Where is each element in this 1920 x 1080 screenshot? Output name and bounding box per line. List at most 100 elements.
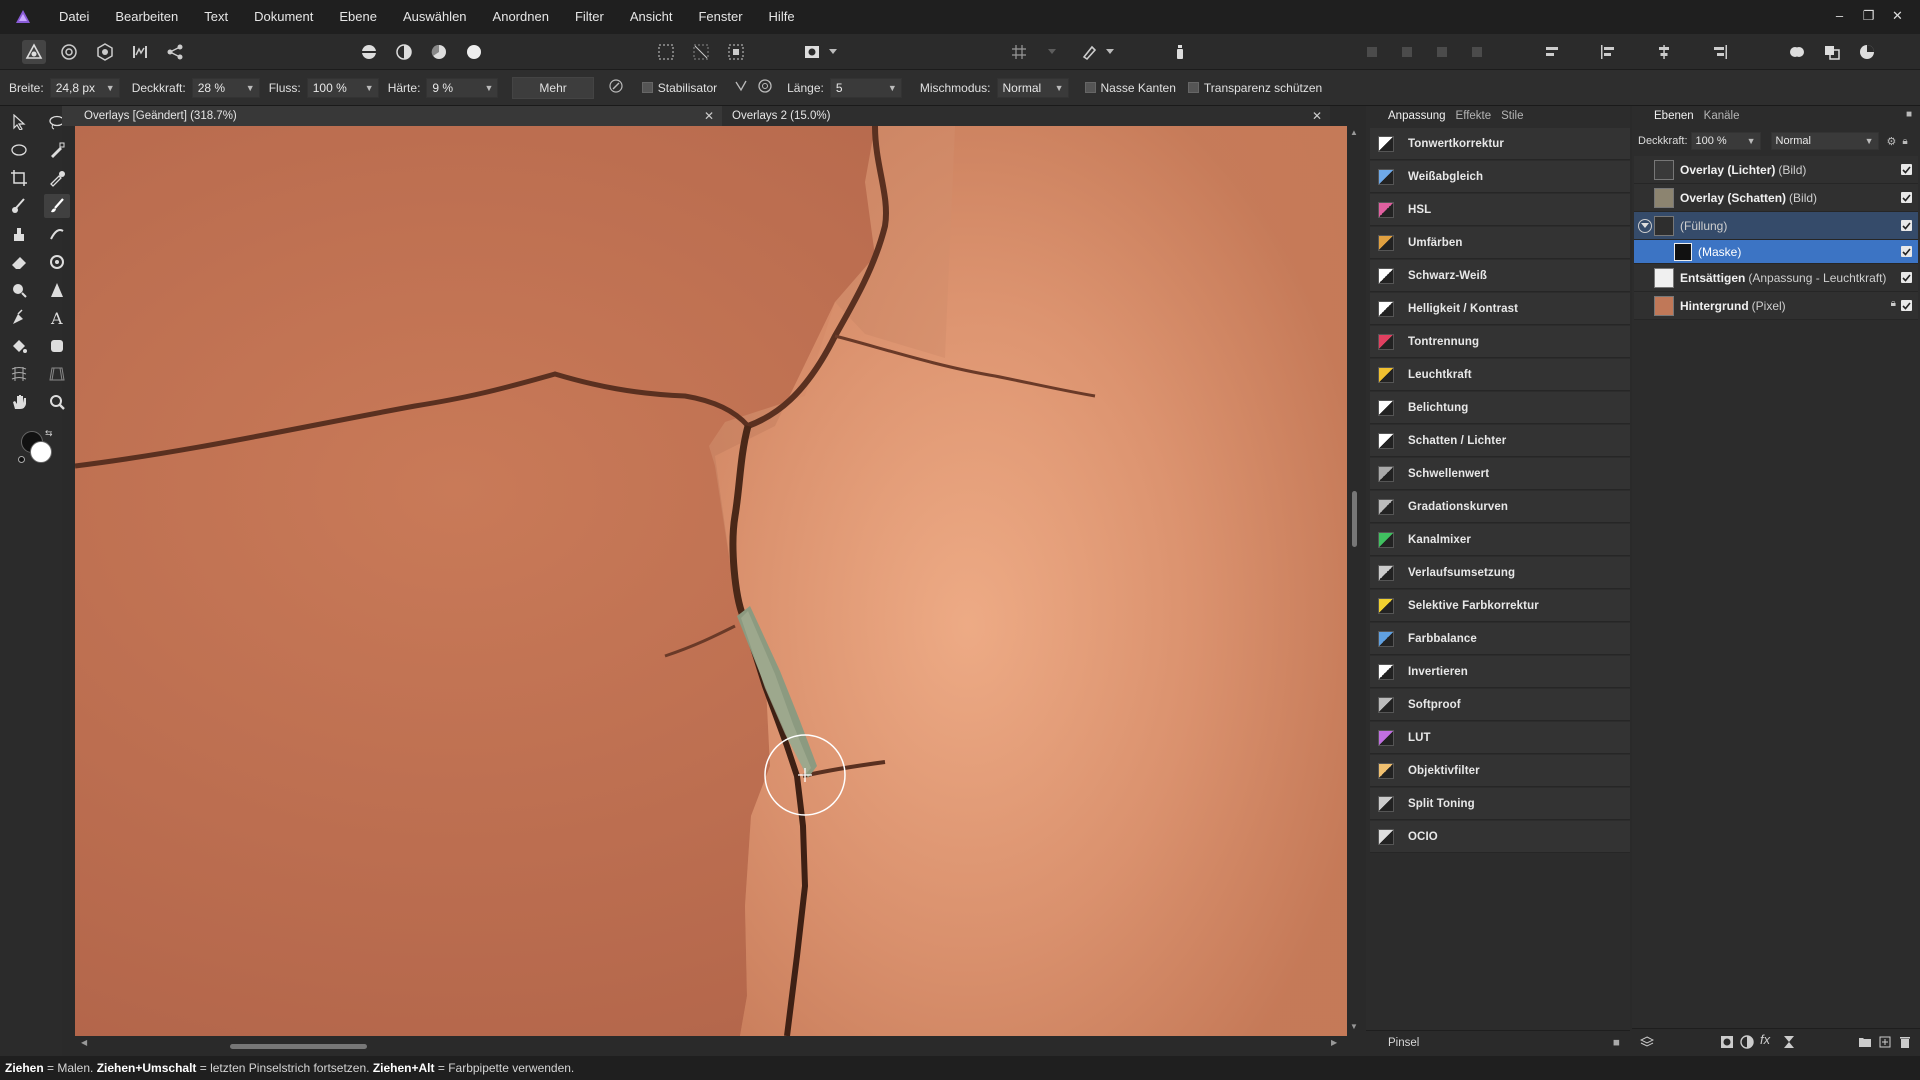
boolean-subtract-icon[interactable]	[1820, 40, 1844, 64]
menu-filter[interactable]: Filter	[562, 0, 617, 34]
snapping-grid-icon[interactable]	[1007, 40, 1031, 64]
pixel-brush-tool-icon[interactable]	[44, 194, 70, 218]
crop-tool-icon[interactable]	[6, 166, 32, 190]
auto-colors-icon[interactable]	[427, 40, 451, 64]
menu-hilfe[interactable]: Hilfe	[756, 0, 808, 34]
adjustment-item[interactable]: Tontrennung	[1370, 326, 1630, 358]
blur-tool-icon[interactable]	[6, 278, 32, 302]
arrange-front-icon[interactable]	[1465, 40, 1489, 64]
adjustment-item[interactable]: Invertieren	[1370, 656, 1630, 688]
photo-persona-icon[interactable]	[22, 40, 46, 64]
panel-menu-icon[interactable]: ■	[1613, 1031, 1620, 1055]
mesh-warp-icon[interactable]	[6, 362, 32, 386]
blend-mode-select[interactable]: Normal ▼	[996, 77, 1069, 98]
layer-blend-mode-select[interactable]: Normal ▼	[1770, 132, 1879, 150]
menu-ansicht[interactable]: Ansicht	[617, 0, 686, 34]
adjustment-item[interactable]: Gradationskurven	[1370, 491, 1630, 523]
add-pixel-layer-icon[interactable]	[1878, 1035, 1892, 1052]
layer-row-hintergrund[interactable]: Hintergrund (Pixel) 🔒︎	[1634, 292, 1918, 320]
menu-fenster[interactable]: Fenster	[685, 0, 755, 34]
menu-dokument[interactable]: Dokument	[241, 0, 326, 34]
tab-effekte[interactable]: Effekte	[1456, 110, 1492, 122]
move-tool-icon[interactable]	[6, 110, 32, 134]
more-button[interactable]: Mehr	[512, 76, 594, 99]
brushes-panel-title[interactable]: Pinsel	[1388, 1037, 1419, 1049]
deselect-icon[interactable]	[689, 40, 713, 64]
menu-datei[interactable]: Datei	[46, 0, 102, 34]
layers-panel-menu-icon[interactable]: ■	[1906, 109, 1912, 120]
protect-alpha-checkbox[interactable]	[1187, 82, 1199, 93]
export-persona-icon[interactable]	[163, 40, 187, 64]
gear-icon[interactable]: ⚙	[1887, 135, 1897, 148]
opacity-field[interactable]: 28 % ▼	[191, 77, 260, 98]
layer-opacity-field[interactable]: 100 % ▼	[1690, 132, 1761, 150]
flow-field[interactable]: 100 % ▼	[306, 77, 379, 98]
auto-contrast-icon[interactable]	[392, 40, 416, 64]
vertical-scroll-thumb[interactable]	[1352, 491, 1357, 547]
visibility-checkbox[interactable]	[1901, 272, 1912, 283]
rope-mode-icon[interactable]	[733, 78, 749, 97]
boolean-intersect-icon[interactable]	[1855, 40, 1879, 64]
adjustment-item[interactable]: Split Toning	[1370, 788, 1630, 820]
paint-brush-tool-icon[interactable]	[6, 194, 32, 218]
close-window-button[interactable]: ✕	[1883, 0, 1912, 34]
tab-anpassung[interactable]: Anpassung	[1388, 110, 1446, 122]
delete-layer-icon[interactable]	[1898, 1035, 1912, 1052]
tab-ebenen[interactable]: Ebenen	[1654, 110, 1694, 122]
layer-row-overlay-lichter[interactable]: Overlay (Lichter) (Bild)	[1634, 156, 1918, 184]
menu-anordnen[interactable]: Anordnen	[480, 0, 562, 34]
adjustment-item[interactable]: LUT	[1370, 722, 1630, 754]
quick-mask-dropdown-icon[interactable]	[826, 40, 840, 64]
minimize-button[interactable]: –	[1825, 0, 1854, 34]
adjustment-item[interactable]: Leuchtkraft	[1370, 359, 1630, 391]
freehand-selection-icon[interactable]	[6, 138, 32, 162]
sharpen-tool-icon[interactable]	[44, 278, 70, 302]
layer-lock-icon[interactable]: 🔒︎	[1891, 298, 1896, 309]
swap-colors-icon[interactable]: ⇆	[45, 428, 53, 439]
adjustment-item[interactable]: Verlaufsumsetzung	[1370, 557, 1630, 589]
adjustment-item[interactable]: Helligkeit / Kontrast	[1370, 293, 1630, 325]
add-group-icon[interactable]	[1858, 1035, 1872, 1052]
stabilizer-checkbox[interactable]	[641, 82, 653, 93]
auto-white-balance-icon[interactable]	[462, 40, 486, 64]
visibility-checkbox[interactable]	[1901, 192, 1912, 203]
mixer-brush-icon[interactable]	[44, 222, 70, 246]
add-adjustment-icon[interactable]	[1740, 1035, 1754, 1052]
vertical-scrollbar[interactable]: ▲ ▼	[1347, 126, 1361, 1038]
add-mask-icon[interactable]	[1720, 1035, 1734, 1052]
scroll-left-icon[interactable]: ◀	[81, 1038, 87, 1047]
clone-tool-icon[interactable]	[6, 222, 32, 246]
pressure-icon[interactable]	[608, 78, 624, 97]
arrange-forward-icon[interactable]	[1430, 40, 1454, 64]
adjustment-item[interactable]: Objektivfilter	[1370, 755, 1630, 787]
align-center-icon[interactable]	[1652, 40, 1676, 64]
menu-text[interactable]: Text	[191, 0, 241, 34]
perspective-icon[interactable]	[44, 362, 70, 386]
scroll-down-icon[interactable]: ▼	[1350, 1022, 1358, 1031]
tab-stile[interactable]: Stile	[1501, 110, 1523, 122]
layer-row-entsaettigen[interactable]: Entsättigen (Anpassung - Leuchtkraft)	[1634, 264, 1918, 292]
adjustment-item[interactable]: HSL	[1370, 194, 1630, 226]
visibility-checkbox[interactable]	[1901, 164, 1912, 175]
layer-row-fuellung[interactable]: (Füllung)	[1634, 212, 1918, 240]
liquify-persona-icon[interactable]	[57, 40, 81, 64]
fx-icon[interactable]: fx	[1760, 1032, 1770, 1047]
wet-edges-checkbox[interactable]	[1084, 82, 1096, 93]
horizontal-scroll-thumb[interactable]	[230, 1044, 367, 1049]
layer-stack-icon[interactable]	[1639, 1035, 1655, 1052]
magnet-dropdown-icon[interactable]	[1103, 40, 1117, 64]
tab-kanaele[interactable]: Kanäle	[1704, 110, 1740, 122]
menu-ebene[interactable]: Ebene	[326, 0, 390, 34]
visibility-checkbox[interactable]	[1901, 300, 1912, 311]
adjustment-item[interactable]: Weißabgleich	[1370, 161, 1630, 193]
align-right-icon[interactable]	[1708, 40, 1732, 64]
app-logo-icon[interactable]	[0, 0, 46, 34]
color-picker-icon[interactable]	[44, 166, 70, 190]
hand-tool-icon[interactable]	[6, 390, 32, 414]
horizontal-scrollbar[interactable]: ◀ ▶	[75, 1036, 1347, 1054]
layer-row-maske[interactable]: (Maske)	[1634, 240, 1918, 264]
hardness-field[interactable]: 9 % ▼	[426, 77, 499, 98]
dodge-tool-icon[interactable]	[44, 250, 70, 274]
width-field[interactable]: 24,8 px ▼	[49, 77, 120, 98]
pen-tool-icon[interactable]	[6, 306, 32, 330]
